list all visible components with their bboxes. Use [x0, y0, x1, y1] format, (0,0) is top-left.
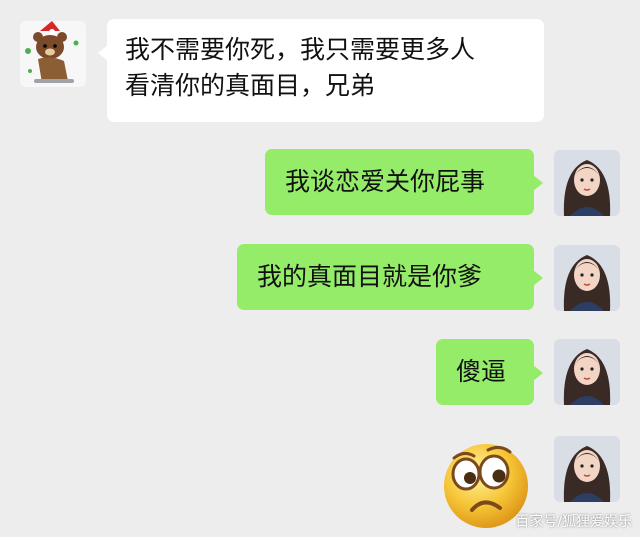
self-avatar[interactable]: [554, 339, 620, 405]
self-avatar[interactable]: [554, 436, 620, 502]
self-avatar[interactable]: [554, 150, 620, 216]
message-bubble-outgoing[interactable]: 傻逼: [436, 339, 543, 405]
bear-avatar-icon: [20, 21, 86, 87]
message-bubble-outgoing[interactable]: 我的真面目就是你爹: [237, 244, 543, 310]
message-bubble-incoming[interactable]: 我不需要你死，我只需要更多人 看清你的真面目，兄弟: [98, 19, 544, 122]
message-text-line-2: 看清你的真面目，兄弟: [125, 71, 376, 100]
sender-avatar-bear[interactable]: [20, 21, 86, 87]
message-text-line-1: 我不需要你死，我只需要更多人: [125, 35, 476, 64]
message-text: 傻逼: [456, 357, 507, 386]
girl-avatar-icon: [554, 150, 620, 216]
girl-avatar-icon: [554, 436, 620, 502]
girl-avatar-icon: [554, 245, 620, 311]
self-avatar[interactable]: [554, 245, 620, 311]
message-bubble-outgoing[interactable]: 我谈恋爱关你屁事: [265, 149, 543, 215]
message-text: 我谈恋爱关你屁事: [285, 167, 486, 196]
girl-avatar-icon: [554, 339, 620, 405]
watermark-text: 百家号/狐狸爱娱乐: [515, 514, 632, 530]
message-text: 我的真面目就是你爹: [257, 262, 483, 291]
